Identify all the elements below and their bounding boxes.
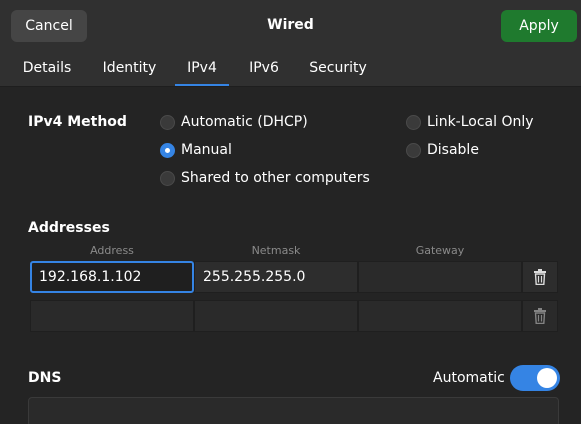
- radio-label: Automatic (DHCP): [181, 114, 308, 130]
- header-bar: Wired Cancel Apply: [0, 0, 581, 50]
- trash-icon: [534, 269, 546, 285]
- left-gutter: [0, 88, 10, 424]
- tab-ipv6[interactable]: IPv6: [237, 50, 291, 86]
- radio-indicator: [160, 114, 175, 130]
- trash-icon: [534, 308, 546, 324]
- radio-indicator: [160, 170, 175, 186]
- address-input[interactable]: [30, 300, 194, 332]
- radio-indicator: [406, 114, 421, 130]
- radio-shared[interactable]: Shared to other computers: [160, 170, 370, 186]
- radio-label: Link-Local Only: [427, 114, 534, 130]
- ipv4-method-label: IPv4 Method: [28, 114, 127, 130]
- dns-label: DNS: [28, 370, 62, 386]
- tab-bar: Details Identity IPv4 IPv6 Security: [0, 50, 581, 87]
- dns-automatic-switch[interactable]: [510, 365, 560, 391]
- column-header-address: Address: [90, 244, 134, 257]
- radio-label: Disable: [427, 142, 479, 158]
- netmask-input[interactable]: 255.255.255.0: [194, 261, 358, 293]
- gateway-input[interactable]: [358, 300, 522, 332]
- radio-manual[interactable]: Manual: [160, 142, 232, 158]
- tab-ipv4[interactable]: IPv4: [175, 50, 229, 86]
- radio-indicator: [406, 142, 421, 158]
- cancel-button[interactable]: Cancel: [11, 10, 87, 42]
- radio-label: Manual: [181, 142, 232, 158]
- radio-automatic-dhcp[interactable]: Automatic (DHCP): [160, 114, 308, 130]
- radio-label: Shared to other computers: [181, 170, 370, 186]
- delete-address-button[interactable]: [522, 261, 558, 293]
- dns-automatic-label: Automatic: [433, 370, 505, 386]
- switch-knob: [537, 368, 557, 388]
- tab-identity[interactable]: Identity: [92, 50, 167, 86]
- addresses-label: Addresses: [28, 220, 110, 236]
- delete-address-button[interactable]: [522, 300, 558, 332]
- column-header-netmask: Netmask: [251, 244, 301, 257]
- radio-disable[interactable]: Disable: [406, 142, 479, 158]
- radio-indicator-checked: [160, 142, 175, 158]
- tab-details[interactable]: Details: [12, 50, 82, 86]
- gateway-input[interactable]: [358, 261, 522, 293]
- netmask-input[interactable]: [194, 300, 358, 332]
- column-header-gateway: Gateway: [415, 244, 465, 257]
- apply-button[interactable]: Apply: [501, 10, 577, 42]
- dns-servers-input[interactable]: [28, 397, 559, 424]
- address-input[interactable]: 192.168.1.102: [30, 261, 194, 293]
- tab-security[interactable]: Security: [300, 50, 376, 86]
- window-title: Wired: [267, 17, 314, 33]
- radio-link-local[interactable]: Link-Local Only: [406, 114, 534, 130]
